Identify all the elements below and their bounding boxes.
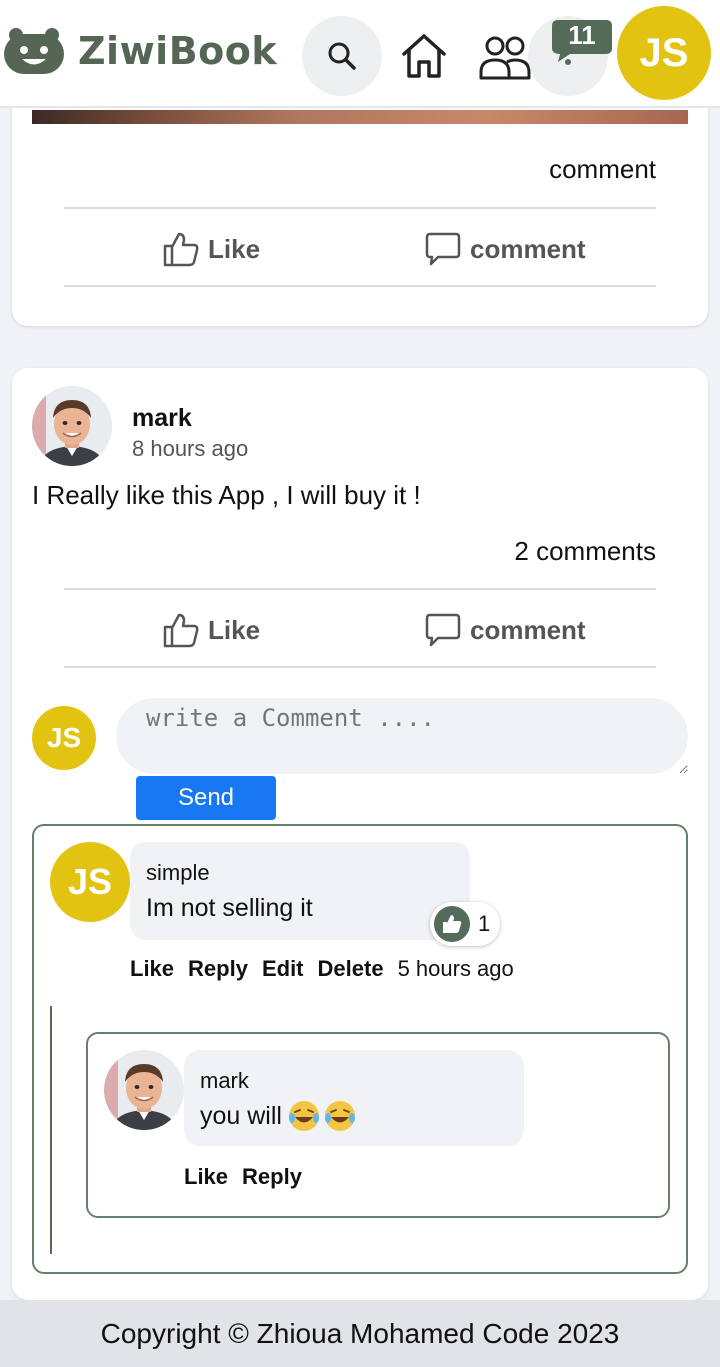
reaction-count: 1	[478, 911, 491, 936]
reply-content: you will	[200, 1100, 358, 1132]
reply-author-avatar[interactable]	[104, 1050, 184, 1130]
divider	[64, 588, 656, 590]
post-author[interactable]: mark	[132, 404, 192, 433]
comment-reply-button[interactable]: Reply	[188, 956, 248, 982]
post-image[interactable]	[32, 110, 688, 124]
like-button[interactable]: Like	[162, 611, 260, 649]
comment-label: comment	[470, 233, 586, 264]
copyright-text: Copyright © Zhioua Mohamed Code 2023	[100, 1317, 620, 1349]
comments-count[interactable]: 2 comments	[514, 536, 656, 567]
send-button[interactable]: Send	[136, 776, 276, 820]
comment-text: Im not selling it	[146, 894, 313, 922]
comment-icon	[425, 232, 461, 266]
comment-input[interactable]	[116, 698, 688, 774]
home-button[interactable]	[396, 28, 452, 84]
reply-text: you will	[200, 1101, 282, 1130]
comments-count[interactable]: comment	[549, 154, 656, 185]
search-button[interactable]	[302, 16, 382, 96]
thumbs-up-icon	[163, 232, 199, 267]
comment-actions: Like Reply Edit Delete 5 hours ago	[130, 956, 514, 982]
divider	[64, 207, 656, 209]
comment-timestamp: 5 hours ago	[397, 956, 514, 981]
friends-button[interactable]	[476, 30, 532, 84]
reply-thread: mark you will Like Reply	[86, 1032, 670, 1218]
post-card: mark 8 hours ago I Really like this App …	[12, 368, 708, 1300]
comment-delete-button[interactable]: Delete	[318, 956, 384, 982]
search-icon	[328, 42, 356, 70]
reaction-summary[interactable]: 1	[430, 902, 501, 946]
ziwi-face-icon	[4, 28, 64, 74]
comment-button[interactable]: comment	[424, 611, 586, 649]
profile-photo	[104, 1050, 184, 1130]
profile-photo	[32, 386, 112, 466]
divider	[64, 666, 656, 668]
commenter-avatar[interactable]: JS	[50, 842, 130, 922]
comment-thread: JS simple Im not selling it 1 Like Reply…	[32, 824, 688, 1274]
post-timestamp: 8 hours ago	[132, 436, 249, 461]
divider	[64, 285, 656, 287]
comment-like-button[interactable]: Like	[130, 956, 174, 982]
notification-count: 11	[568, 20, 596, 50]
like-button[interactable]: Like	[162, 230, 260, 268]
notification-badge[interactable]: 11	[550, 18, 614, 62]
comment-author[interactable]: simple	[146, 860, 210, 886]
reply-actions: Like Reply	[184, 1164, 302, 1190]
thumbs-up-icon	[163, 613, 199, 648]
brand-name: ZiwiBook	[78, 29, 278, 73]
friends-icon	[479, 36, 531, 80]
brand-logo[interactable]: ZiwiBook	[2, 26, 277, 76]
like-label: Like	[208, 614, 261, 645]
post-text: I Really like this App , I will buy it !	[32, 480, 421, 510]
author-avatar[interactable]	[32, 386, 112, 466]
comment-icon	[425, 613, 461, 647]
comment-button[interactable]: comment	[424, 230, 586, 268]
comment-edit-button[interactable]: Edit	[262, 956, 304, 982]
footer: Copyright © Zhioua Mohamed Code 2023	[0, 1300, 720, 1367]
reply-like-button[interactable]: Like	[184, 1164, 228, 1190]
composer-avatar: JS	[32, 706, 96, 770]
reply-author[interactable]: mark	[200, 1068, 249, 1094]
home-icon	[402, 34, 446, 78]
like-reaction-icon	[434, 906, 470, 942]
like-label: Like	[208, 233, 261, 264]
thread-line	[50, 1006, 52, 1254]
comment-label: comment	[470, 614, 586, 645]
top-navbar: ZiwiBook 11 JS	[0, 0, 720, 108]
laughing-emoji-icon	[288, 1101, 355, 1131]
user-avatar[interactable]: JS	[617, 6, 711, 100]
comment-bubble: simple Im not selling it	[130, 842, 470, 940]
reply-bubble: mark you will	[184, 1050, 524, 1146]
reply-reply-button[interactable]: Reply	[242, 1164, 302, 1190]
